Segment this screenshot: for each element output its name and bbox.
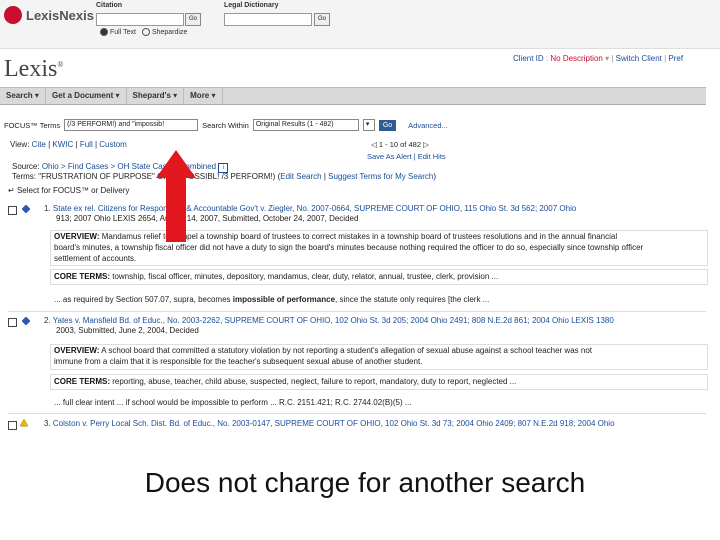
corner-arrow-icon: ↵ [8,186,15,195]
result-3-title[interactable]: 3. Colston v. Perry Local Sch. Dist. Bd.… [44,419,706,428]
next-page-icon[interactable]: ▷ [423,140,429,149]
view-custom-link[interactable]: Custom [99,140,127,149]
chevron-down-icon: ▾ [115,91,120,100]
lexis-logo[interactable]: Lexis® [4,56,63,83]
result-1-snippet: ... as required by Section 507.07, supra… [54,295,490,304]
focus-search-row: FOCUS™ Terms (/3 PERFORM!) and "impossib… [4,118,706,132]
overview-line-1: OVERVIEW: Mandamus relief to compel a to… [54,232,618,241]
result-2-snippet: ... full clear intent ... if school woul… [54,398,412,407]
result-divider [8,413,706,414]
lexisnexis-logo[interactable]: LexisNexis [4,6,94,24]
radio-selected-icon [100,28,108,36]
preferences-link[interactable]: Pref [668,54,683,63]
client-description-link[interactable]: No Description [550,54,602,63]
shepards-signal-icon[interactable] [22,205,30,213]
citation-input[interactable] [96,13,184,26]
shepards-signal-icon[interactable] [22,317,30,325]
chevron-down-icon: ▾ [211,91,216,100]
trademark-symbol: ® [57,60,64,69]
prev-page-icon[interactable]: ◁ [371,140,377,149]
chevron-down-icon: ▾ [34,91,39,100]
view-full-link[interactable]: Full [80,140,93,149]
dictionary-go-button[interactable]: Go [314,13,330,26]
result-2-citation: 2003, Submitted, June 2, 2004, Decided [56,326,199,335]
chevron-down-icon: ▾ [173,91,178,100]
focus-terms-input[interactable]: (/3 PERFORM!) and "impossib! [64,119,199,131]
radio-full-text[interactable]: Full Text [100,28,136,36]
terms-label: Terms: [12,172,36,181]
red-arrow-annotation-icon [156,150,196,242]
user-links: Client ID : No Description ▾ | Switch Cl… [513,54,683,63]
overview-line-3: settlement of accounts. [54,254,137,263]
tab-search[interactable]: Search ▾ [0,88,46,104]
core-terms-line: CORE TERMS: township, fiscal officer, mi… [54,272,499,281]
citation-mode-radios: Full Text Shepardize [100,28,187,36]
result-3-checkbox[interactable] [8,421,17,430]
advanced-link[interactable]: Advanced... [408,121,448,130]
switch-client-link[interactable]: Switch Client [616,54,662,63]
lexisnexis-logo-mark-icon [4,6,22,24]
legal-dictionary-input[interactable] [224,13,312,26]
view-kwic-link[interactable]: KWIC [52,140,73,149]
citation-go-button[interactable]: Go [185,13,201,26]
result-2-checkbox[interactable] [8,318,17,327]
tab-more[interactable]: More ▾ [184,88,223,104]
core-terms-line: CORE TERMS: reporting, abuse, teacher, c… [54,377,517,386]
slide-caption: Does not charge for another search [144,467,586,498]
suggest-terms-link[interactable]: Suggest Terms for My Search [328,172,433,181]
radio-shepardize[interactable]: Shepardize [141,28,187,36]
result-1-checkbox[interactable] [8,206,17,215]
select-for-delivery[interactable]: ↵ Select for FOCUS™ or Delivery [8,186,129,195]
search-within-select[interactable]: Original Results (1 - 482) [252,119,359,131]
result-pager: ◁ 1 - 10 of 482 ▷ [371,140,429,149]
citation-label: Citation [96,2,123,9]
source-label: Source: [12,162,40,171]
result-1-title[interactable]: 1. State ex rel. Citizens for Responsibl… [44,204,706,213]
overview-line-2: board's minutes, a township fiscal offic… [54,243,644,252]
tab-shepards[interactable]: Shepard's ▾ [127,88,185,104]
select-arrow-icon[interactable]: ▾ [362,119,375,131]
main-nav: Search ▾ Get a Document ▾ Shepard's ▾ Mo… [0,87,706,105]
focus-terms-label: FOCUS™ Terms [4,120,61,130]
radio-empty-icon [141,28,150,36]
overview-line-1: OVERVIEW: A school board that committed … [54,346,592,355]
view-options: View: Cite | KWIC | Full | Custom [10,140,127,149]
alert-links: Save As Alert | Edit Hits [367,152,446,161]
tab-get-a-document[interactable]: Get a Document ▾ [46,88,127,104]
overview-line-2: immune from a claim that it is responsib… [54,357,423,366]
dropdown-arrow-icon: ▾ | [605,54,616,63]
result-divider [8,311,706,312]
focus-go-button[interactable]: Go [378,119,397,131]
warning-signal-icon[interactable] [20,419,28,427]
view-label: View: [10,140,30,149]
terms-line: Terms: "FRUSTRATION OF PURPOSE" OR (IMPO… [12,172,437,181]
search-within-label: Search Within [202,120,249,130]
view-cite-link[interactable]: Cite [32,140,46,149]
edit-search-link[interactable]: Edit Search [280,172,321,181]
result-2-title[interactable]: 2. Yates v. Mansfield Bd. of Educ., No. … [44,316,706,325]
edit-hits-link[interactable]: Edit Hits [418,152,446,161]
legal-dictionary-label: Legal Dictionary [224,2,279,9]
save-as-alert-link[interactable]: Save As Alert [367,152,412,161]
client-id-link[interactable]: Client ID [513,54,544,63]
